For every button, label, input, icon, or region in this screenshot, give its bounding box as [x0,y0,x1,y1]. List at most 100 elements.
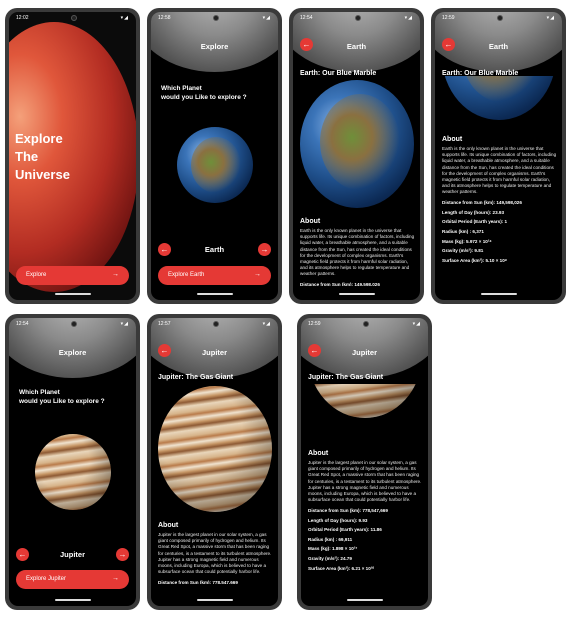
page-title: Explore [200,42,229,51]
about-heading: About [300,218,321,225]
splash-headline: Explore The Universe [15,130,70,184]
arrow-back-icon[interactable]: ← [442,38,455,51]
phone-explore-earth: 12:58 ▾◢ Explore Which Planet would you … [147,8,282,304]
about-section: About Jupiter is the largest planet in o… [158,522,273,584]
earth-detail-scrolled-screen: 12:59 ▾◢ ← Earth Earth: Our Blue Marble … [435,12,562,300]
splash-screen: 12:02 ▾◢ Explore The Universe Explore → [9,12,136,300]
explore-jupiter-button[interactable]: Explore Jupiter → [16,570,129,589]
about-heading: About [442,136,463,143]
camera-cutout [496,15,503,21]
stat-day-length: Length of Day (hours): 9.93 [308,517,368,523]
status-icons: ▾◢ [120,15,129,21]
splash-line-1: Explore [15,131,63,146]
stat-surface-area: Surface Area (km²): 5.10 × 10⁸ [442,257,507,263]
jupiter-detail-screen: 12:57 ▾◢ ← Jupiter Jupiter: The Gas Gian… [151,318,278,606]
earth-landmass [462,76,542,102]
status-icons: ▾◢ [262,15,271,21]
planet-subtitle: Earth: Our Blue Marble [442,70,519,77]
about-text: Jupiter is the largest planet in our sol… [308,460,422,503]
stat-surface-area: Surface Area (km²): 6.21 × 10¹⁰ [308,565,375,571]
jupiter-shading [308,384,422,418]
earth-image-clip [442,76,556,120]
jupiter-image-clip [308,384,422,418]
stat-distance-partial: Distance from Sun (km): 778,547,669 [158,580,238,585]
stat-radius: Radius (km) : 69,911 [308,536,353,542]
earth-landmass [320,94,400,190]
explore-button[interactable]: Explore → [16,266,129,285]
phone-earth-detail: 12:54 ▾◢ ← Earth Earth: Our Blue Marble … [289,8,424,304]
splash-line-2: The [15,149,39,164]
explore-earth-button[interactable]: Explore Earth → [158,266,271,285]
home-indicator[interactable] [196,599,233,601]
planet-name: Jupiter [59,550,85,559]
stat-gravity: Gravity (m/s²): 24.79 [308,555,352,561]
stat-mass: Mass (kg): 5.972 × 10²⁴ [442,238,492,244]
earth-planet-image [300,80,414,208]
arrow-back-icon[interactable]: ← [300,38,313,51]
explore-jupiter-button-label: Explore Jupiter [26,576,67,582]
home-indicator[interactable] [346,599,383,601]
stat-distance: Distance from Sun (km): 149,598,026 [442,200,522,206]
about-section: About Earth is the only known planet in … [300,218,415,286]
phone-jupiter-detail: 12:57 ▾◢ ← Jupiter Jupiter: The Gas Gian… [147,314,282,610]
status-icons: ▾◢ [120,321,129,327]
phone-jupiter-detail-scrolled: 12:59 ▾◢ ← Jupiter Jupiter: The Gas Gian… [297,314,432,610]
status-icons: ▾◢ [262,321,271,327]
planet-subtitle: Jupiter: The Gas Giant [308,374,384,381]
jupiter-planet-image [308,384,422,418]
camera-cutout [212,321,219,327]
planet-name: Earth [204,245,225,254]
home-indicator[interactable] [480,293,517,295]
phone-earth-detail-scrolled: 12:59 ▾◢ ← Earth Earth: Our Blue Marble … [431,8,566,304]
earth-planet-image[interactable] [177,127,253,203]
planet-navigator: ← Earth → [158,243,271,256]
status-icons: ▾◢ [404,15,413,21]
question-line-1: Which Planet [161,85,202,92]
status-time: 12:59 [308,321,321,327]
arrow-right-icon: → [254,271,261,278]
about-text: Jupiter is the largest planet in our sol… [158,532,272,575]
question-text: Which Planet would you Like to explore ? [19,388,105,406]
arrow-back-icon[interactable]: ← [308,344,321,357]
jupiter-planet-image[interactable] [35,434,111,510]
arrow-right-icon: → [112,575,119,582]
camera-cutout [212,15,219,21]
about-section: About Jupiter is the largest planet in o… [308,450,423,572]
chevron-right-icon[interactable]: → [116,548,129,561]
question-text: Which Planet would you Like to explore ? [161,84,247,102]
splash-line-3: Universe [15,167,70,182]
status-time: 12:57 [158,321,171,327]
jupiter-detail-scrolled-screen: 12:59 ▾◢ ← Jupiter Jupiter: The Gas Gian… [301,318,428,606]
chevron-right-icon[interactable]: → [258,243,271,256]
arrow-right-icon: → [112,271,119,278]
explore-jupiter-screen: 12:54 ▾◢ Explore Which Planet would you … [9,318,136,606]
arrow-back-icon[interactable]: ← [158,344,171,357]
earth-detail-screen: 12:54 ▾◢ ← Earth Earth: Our Blue Marble … [293,12,420,300]
status-time: 12:02 [16,15,29,21]
page-title: Explore [58,348,87,357]
stat-distance-partial: Distance from Sun (km): 149,598,026 [300,282,380,287]
camera-cutout [354,15,361,21]
question-line-2: would you Like to explore ? [161,94,247,101]
jupiter-shading [35,434,111,510]
about-heading: About [308,450,329,457]
home-indicator[interactable] [54,599,91,601]
home-indicator[interactable] [338,293,375,295]
home-indicator[interactable] [54,293,91,295]
planet-navigator: ← Jupiter → [16,548,129,561]
camera-cutout [70,15,77,21]
question-line-1: Which Planet [19,389,60,396]
planet-subtitle: Jupiter: The Gas Giant [158,374,234,381]
status-time: 12:59 [442,15,455,21]
camera-cutout [362,321,369,327]
home-indicator[interactable] [196,293,233,295]
stat-mass: Mass (kg): 1.898 × 10²⁷ [308,546,358,552]
explore-earth-button-label: Explore Earth [168,272,205,278]
stat-orbital-period: Orbital Period (Earth years): 11.86 [308,527,382,533]
earth-landmass [191,137,241,193]
camera-cutout [70,321,77,327]
about-text: Earth is the only known planet in the un… [300,228,415,277]
about-section: About Earth is the only known planet in … [442,136,557,263]
explore-button-label: Explore [26,272,47,278]
phone-splash: 12:02 ▾◢ Explore The Universe Explore → [5,8,140,304]
